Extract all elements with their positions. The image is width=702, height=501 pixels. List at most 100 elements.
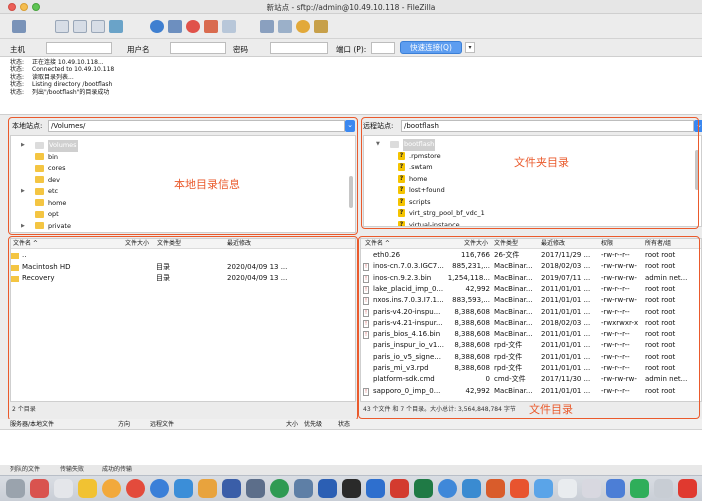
refresh-icon[interactable]: [150, 20, 164, 33]
powerpoint-icon[interactable]: [486, 479, 505, 498]
col-owner[interactable]: 所有者/组: [645, 239, 671, 249]
app-icon[interactable]: [582, 479, 601, 498]
file-row[interactable]: ! sapporo_0_imp_0... 42,992 MacBinar... 2011…: [361, 386, 701, 397]
col-server-local-file[interactable]: 服务器/本地文件: [10, 419, 54, 430]
app-icon[interactable]: [438, 479, 457, 498]
username-input[interactable]: [170, 42, 226, 54]
reconnect-icon[interactable]: [222, 20, 236, 33]
file-row[interactable]: ! paris-v4.21-inspur... 8,388,608 MacBinar.…: [361, 318, 701, 329]
local-path-input[interactable]: /Volumes/: [48, 120, 345, 132]
expand-icon[interactable]: ▶: [21, 186, 25, 198]
file-row[interactable]: ..: [11, 250, 355, 261]
toggle-log-icon[interactable]: [55, 20, 69, 33]
tab-successful-transfers[interactable]: 成功的传输: [102, 465, 132, 475]
tree-item-lost-found[interactable]: ? lost+found: [376, 185, 676, 197]
app-icon[interactable]: [462, 479, 481, 498]
remote-path-dropdown-icon[interactable]: ⌄: [694, 120, 702, 132]
app-icon[interactable]: [246, 479, 265, 498]
collapse-icon[interactable]: ▼: [376, 139, 380, 151]
col-filesize[interactable]: 文件大小: [125, 239, 149, 249]
app-icon[interactable]: [222, 479, 241, 498]
site-manager-icon[interactable]: [12, 20, 26, 33]
col-size[interactable]: 大小: [286, 419, 298, 430]
tab-queued-files[interactable]: 列队的文件: [10, 465, 40, 475]
password-input[interactable]: [270, 42, 328, 54]
local-path-dropdown-icon[interactable]: ⌄: [345, 120, 355, 132]
col-filetype[interactable]: 文件类型: [157, 239, 181, 249]
col-modified[interactable]: 最近修改: [541, 239, 565, 249]
col-filename[interactable]: 文件名 ^: [365, 239, 390, 249]
tree-item-bin[interactable]: bin: [21, 152, 341, 164]
tree-item-cores[interactable]: cores: [21, 163, 341, 175]
app-icon[interactable]: [558, 479, 577, 498]
tree-item-virt-strg-pool[interactable]: ? virt_strg_pool_bf_vdc_1: [376, 208, 676, 220]
sync-browsing-icon[interactable]: [296, 20, 310, 33]
app-icon[interactable]: [174, 479, 193, 498]
file-row[interactable]: paris_mi_v3.rpd 8,388,608 rpd-文件 2011/01/01…: [361, 363, 701, 374]
app-icon[interactable]: [366, 479, 385, 498]
file-row[interactable]: ! inos-cn.9.2.3.bin 1,254,118... MacBinar..…: [361, 273, 701, 284]
file-row[interactable]: paris_io_v5_signe... 8,388,608 rpd-文件 2011/…: [361, 352, 701, 363]
app-icon[interactable]: [102, 479, 121, 498]
wechat-icon[interactable]: [270, 479, 289, 498]
chrome-icon[interactable]: [126, 479, 145, 498]
app-icon[interactable]: [606, 479, 625, 498]
app-icon[interactable]: [510, 479, 529, 498]
quickconnect-history-dropdown[interactable]: ▾: [465, 42, 475, 53]
col-filename[interactable]: 文件名 ^: [13, 239, 38, 249]
tree-item-opt[interactable]: opt: [21, 209, 341, 221]
disconnect-icon[interactable]: [204, 20, 218, 33]
app-icon[interactable]: [30, 479, 49, 498]
toggle-remote-tree-icon[interactable]: [91, 20, 105, 33]
app-icon[interactable]: [534, 479, 553, 498]
excel-icon[interactable]: [414, 479, 433, 498]
app-icon[interactable]: [198, 479, 217, 498]
local-tree-scrollbar[interactable]: [349, 176, 353, 208]
file-row[interactable]: platform-sdk.cmd 0 cmd-文件 2017/11/30 ... -rw…: [361, 374, 701, 385]
col-direction[interactable]: 方向: [118, 419, 130, 430]
word-icon[interactable]: [318, 479, 337, 498]
port-input[interactable]: [371, 42, 395, 54]
file-row[interactable]: ! lake_placid_imp_0... 42,992 MacBinar... 20…: [361, 284, 701, 295]
col-filesize[interactable]: 文件大小: [464, 239, 488, 249]
tree-item-home[interactable]: home: [21, 198, 341, 210]
file-row[interactable]: eth0.26 116,766 26-文件 2017/11/29 ... -rw-r--…: [361, 250, 701, 261]
file-row[interactable]: ! nxos.ins.7.0.3.I7.1... 883,593,... MacBin…: [361, 295, 701, 306]
file-row[interactable]: Recovery 目录 2020/04/09 13 ...: [11, 273, 355, 284]
remote-path-input[interactable]: /bootflash: [401, 120, 694, 132]
tree-item-home[interactable]: ? home: [376, 174, 676, 186]
directory-listing-filters-icon[interactable]: [260, 20, 274, 33]
app-icon[interactable]: [654, 479, 673, 498]
col-modified[interactable]: 最近修改: [227, 239, 251, 249]
file-row[interactable]: ! inos-cn.7.0.3.IGC7... 885,231,... MacBina…: [361, 261, 701, 272]
expand-icon[interactable]: ▶: [21, 221, 25, 233]
app-icon[interactable]: [630, 479, 649, 498]
toggle-queue-icon[interactable]: [109, 20, 123, 33]
col-status[interactable]: 状态: [338, 419, 350, 430]
file-row[interactable]: ! paris_bios_4.16.bin 8,388,608 MacBinar...…: [361, 329, 701, 340]
toggle-local-tree-icon[interactable]: [73, 20, 87, 33]
compare-directories-icon[interactable]: [278, 20, 292, 33]
cancel-icon[interactable]: [186, 20, 200, 33]
file-row[interactable]: paris_inspur_io_v1... 8,388,608 rpd-文件 2011…: [361, 340, 701, 351]
expand-icon[interactable]: ▶: [21, 140, 25, 152]
tab-failed-transfers[interactable]: 传输失败: [60, 465, 84, 475]
col-filetype[interactable]: 文件类型: [494, 239, 518, 249]
search-files-icon[interactable]: [314, 20, 328, 33]
file-row[interactable]: ! paris-v4.20-inspu... 8,388,608 MacBinar..…: [361, 307, 701, 318]
process-queue-icon[interactable]: [168, 20, 182, 33]
tree-item-bootflash[interactable]: ▼ bootflash: [376, 139, 676, 151]
safari-icon[interactable]: [150, 479, 169, 498]
tree-item-private[interactable]: ▶ private: [21, 221, 341, 233]
tree-item-sbin[interactable]: sbin: [21, 232, 341, 233]
tree-item-volumes[interactable]: ▶ Volumes: [21, 140, 341, 152]
quickconnect-button[interactable]: 快速连接(Q): [400, 41, 462, 54]
notes-icon[interactable]: [54, 479, 73, 498]
tree-item-scripts[interactable]: ? scripts: [376, 197, 676, 209]
tree-item-virtual-instance[interactable]: ? virtual-instance: [376, 220, 676, 226]
col-priority[interactable]: 优先级: [304, 419, 322, 430]
terminal-icon[interactable]: [342, 479, 361, 498]
app-icon[interactable]: [294, 479, 313, 498]
remote-tree-scrollbar[interactable]: [695, 150, 699, 190]
col-permissions[interactable]: 权限: [601, 239, 613, 249]
